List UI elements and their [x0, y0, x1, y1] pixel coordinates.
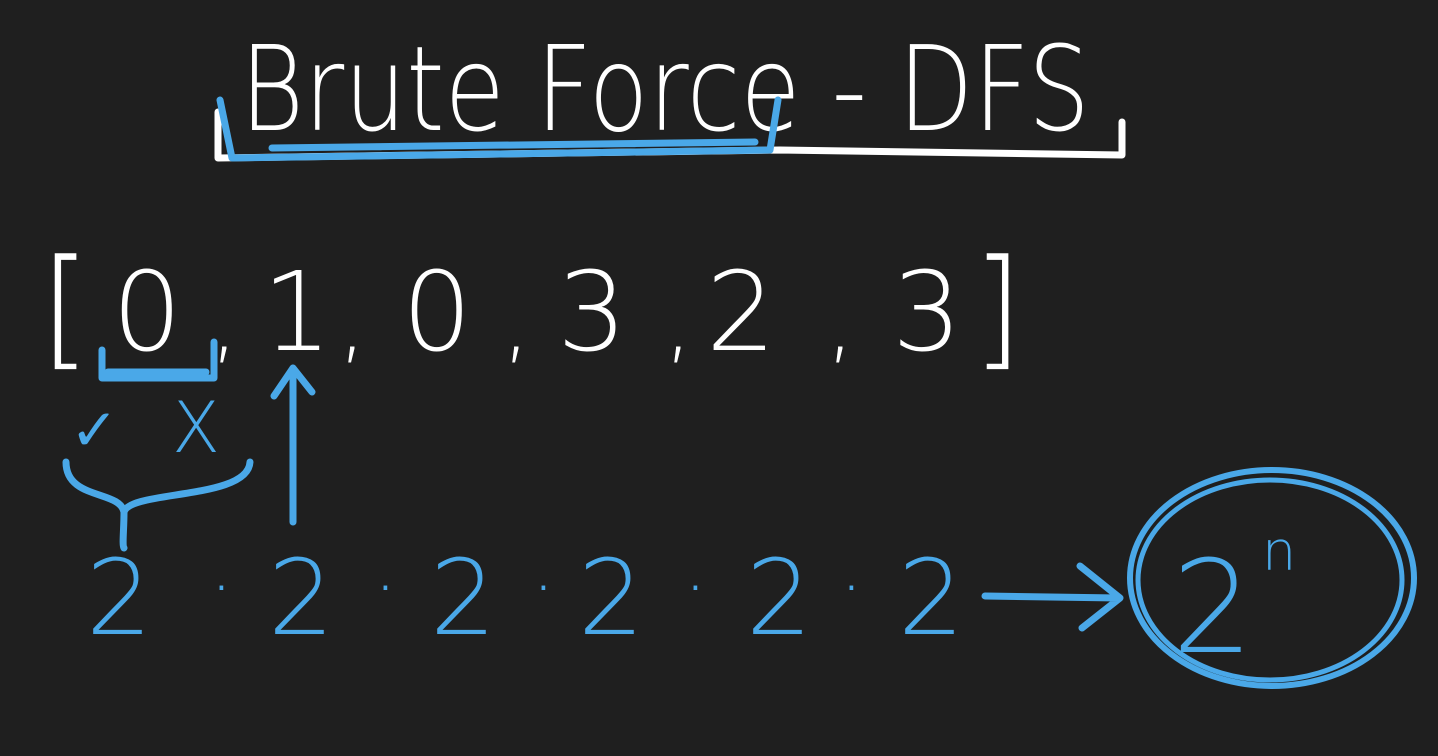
product-dot: · — [684, 545, 707, 629]
array-value: 2 — [706, 248, 776, 376]
array-separator: , — [826, 269, 855, 374]
array-value: 3 — [557, 248, 627, 376]
product-factor: 2 — [746, 537, 812, 659]
array-value: 0 — [112, 248, 182, 376]
array-value: 3 — [892, 248, 962, 376]
include-check-icon: ✓ — [70, 396, 119, 464]
array-separator: , — [338, 269, 367, 374]
product-dot: · — [532, 545, 555, 629]
whiteboard: Brute Force - DFS [ ] 010323 ,,,,, ✓ X 2… — [0, 0, 1438, 756]
array-open-bracket: [ — [40, 231, 91, 383]
title-text: Brute Force - DFS — [240, 20, 1090, 158]
choice-curly-brace — [62, 458, 254, 552]
exclude-x-icon: X — [172, 387, 220, 469]
result-base: 2 — [1172, 534, 1253, 683]
product-factor: 2 — [430, 537, 496, 659]
product-factor: 2 — [898, 537, 964, 659]
array-value: 1 — [262, 248, 332, 376]
array-separator: , — [664, 269, 693, 374]
array-close-bracket: ] — [972, 231, 1023, 383]
array-value: 0 — [402, 248, 472, 376]
product-dot: · — [374, 545, 397, 629]
array-separator: , — [502, 269, 531, 374]
drawing-canvas: Brute Force - DFS [ ] 010323 ,,,,, ✓ X 2… — [40, 20, 1417, 689]
product-factor: 2 — [268, 537, 334, 659]
pointer-up-arrow — [270, 364, 316, 526]
product-dot: · — [840, 545, 863, 629]
product-factor: 2 — [86, 537, 152, 659]
result-arrow — [981, 562, 1124, 632]
product-factor: 2 — [578, 537, 644, 659]
product-dot: · — [210, 545, 233, 629]
result-exponent: n — [1262, 520, 1296, 583]
